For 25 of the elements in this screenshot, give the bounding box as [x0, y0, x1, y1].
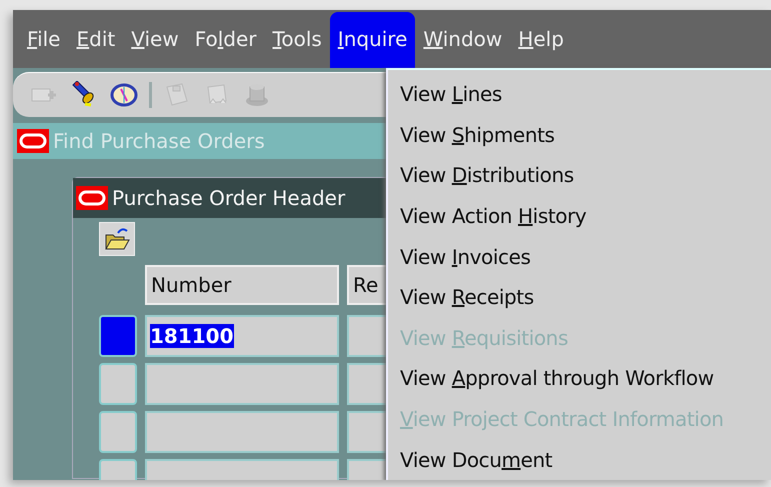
menu-item[interactable]: View Document: [396, 439, 771, 480]
menu[interactable]: Tools: [264, 12, 330, 68]
window-title: Find Purchase Orders: [53, 129, 265, 153]
menu-item[interactable]: View Action History: [396, 196, 771, 236]
menu[interactable]: Help: [510, 12, 572, 68]
table-cell[interactable]: [145, 363, 339, 405]
oracle-logo-icon: [76, 186, 108, 210]
row-indicator[interactable]: [99, 315, 137, 357]
oracle-logo-icon: [17, 129, 49, 153]
menu[interactable]: Window: [415, 12, 510, 68]
menu[interactable]: View: [123, 12, 187, 68]
menu[interactable]: Edit: [68, 12, 124, 68]
menu-item[interactable]: View Shipments: [396, 114, 771, 156]
table-cell[interactable]: 181100: [145, 315, 339, 357]
menu[interactable]: Folder: [186, 12, 265, 68]
folder-icon[interactable]: [99, 222, 135, 256]
table-cell[interactable]: [145, 411, 339, 453]
column-header[interactable]: Number: [145, 265, 339, 305]
menu[interactable]: File: [19, 12, 68, 68]
menu-item[interactable]: View Lines: [396, 74, 771, 115]
menu-item[interactable]: View Distributions: [396, 155, 771, 196]
menu-item[interactable]: View Approval through Workflow: [396, 358, 771, 399]
menu[interactable]: Inquire: [330, 12, 416, 68]
window-title: Purchase Order Header: [112, 186, 346, 210]
compass-icon[interactable]: [109, 81, 139, 109]
